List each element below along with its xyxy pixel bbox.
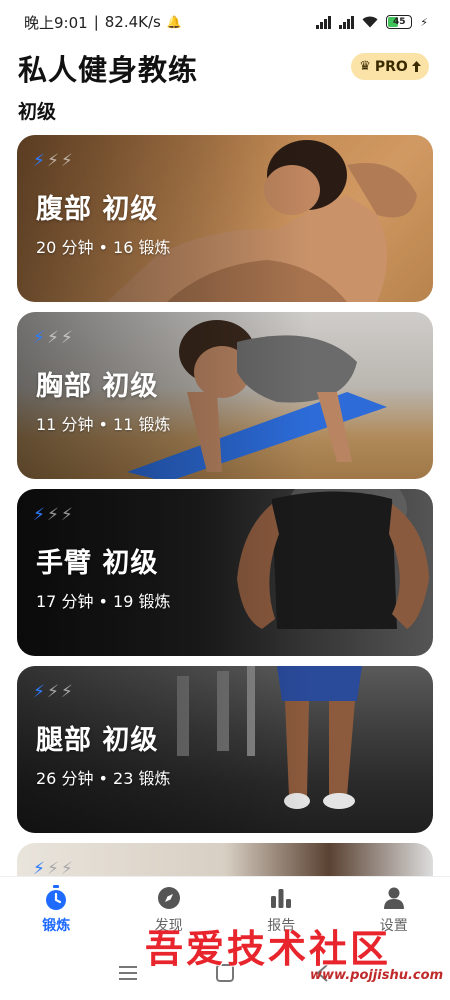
bolt-icon: ⚡ [33, 328, 45, 348]
stopwatch-icon [43, 885, 69, 911]
bolt-icon: ⚡ [46, 151, 59, 171]
menu-icon[interactable] [113, 958, 143, 988]
arrow-up-icon [411, 61, 421, 72]
crown-icon: ♛ [359, 59, 371, 74]
workout-card-abs[interactable]: ⚡ ⚡ ⚡ 腹部 初级 20 分钟 • 16 锻炼 [17, 135, 433, 302]
card-meta: 26 分钟 • 23 锻炼 [36, 769, 171, 788]
status-left: 晚上9:01 | 82.4K/s 🔔 [24, 12, 182, 33]
card-meta: 20 分钟 • 16 锻炼 [36, 238, 171, 257]
pro-badge[interactable]: ♛ PRO [351, 53, 429, 80]
notification-bell-icon: 🔔 [166, 15, 182, 29]
level-indicator: ⚡ ⚡ ⚡ [33, 151, 73, 171]
bolt-icon: ⚡ [46, 328, 59, 348]
battery-level: 45 [393, 17, 406, 27]
bolt-icon: ⚡ [60, 151, 73, 171]
card-title: 腿部 初级 [36, 725, 159, 756]
level-indicator: ⚡ ⚡ ⚡ [33, 328, 73, 348]
level-indicator: ⚡ ⚡ ⚡ [33, 682, 73, 702]
battery-icon: 45 [386, 15, 413, 29]
bar-chart-icon [268, 885, 294, 911]
bolt-icon: ⚡ [33, 682, 45, 702]
card-meta: 17 分钟 • 19 锻炼 [36, 592, 171, 611]
card-title: 胸部 初级 [36, 371, 159, 402]
status-bar: 晚上9:01 | 82.4K/s 🔔 45 ⚡ [0, 0, 450, 44]
bolt-icon: ⚡ [46, 682, 59, 702]
nav-item-workout[interactable]: 锻炼 [16, 885, 96, 935]
watermark-url: www.pojjishu.com [310, 968, 444, 983]
bolt-icon: ⚡ [60, 505, 73, 525]
bolt-icon: ⚡ [33, 505, 45, 525]
level-indicator: ⚡ ⚡ ⚡ [33, 505, 73, 525]
compass-icon [156, 885, 182, 911]
app-title: 私人健身教练 [18, 53, 199, 87]
person-icon [381, 885, 407, 911]
bolt-icon: ⚡ [46, 505, 59, 525]
signal-icon-2 [339, 15, 355, 29]
nav-label: 锻炼 [42, 918, 71, 934]
status-time: 晚上9:01 [24, 13, 88, 32]
workout-card-chest[interactable]: ⚡ ⚡ ⚡ 胸部 初级 11 分钟 • 11 锻炼 [17, 312, 433, 479]
bolt-icon: ⚡ [60, 328, 73, 348]
charging-icon: ⚡ [420, 15, 428, 29]
pro-label: PRO [374, 58, 408, 75]
status-right: 45 ⚡ [316, 15, 428, 29]
workout-card-legs[interactable]: ⚡ ⚡ ⚡ 腿部 初级 26 分钟 • 23 锻炼 [17, 666, 433, 833]
section-title: 初级 [18, 101, 57, 123]
bolt-icon: ⚡ [60, 682, 73, 702]
network-speed: 82.4K/s [104, 13, 161, 31]
workout-card-arms[interactable]: ⚡ ⚡ ⚡ 手臂 初级 17 分钟 • 19 锻炼 [17, 489, 433, 656]
bolt-icon: ⚡ [33, 151, 45, 171]
status-separator: | [93, 13, 99, 31]
card-meta: 11 分钟 • 11 锻炼 [36, 415, 171, 434]
wifi-icon [362, 16, 378, 28]
card-title: 腹部 初级 [36, 194, 159, 225]
watermark-text: 吾爱技术社区 [145, 926, 392, 971]
card-title: 手臂 初级 [36, 548, 159, 579]
signal-icon [316, 15, 332, 29]
